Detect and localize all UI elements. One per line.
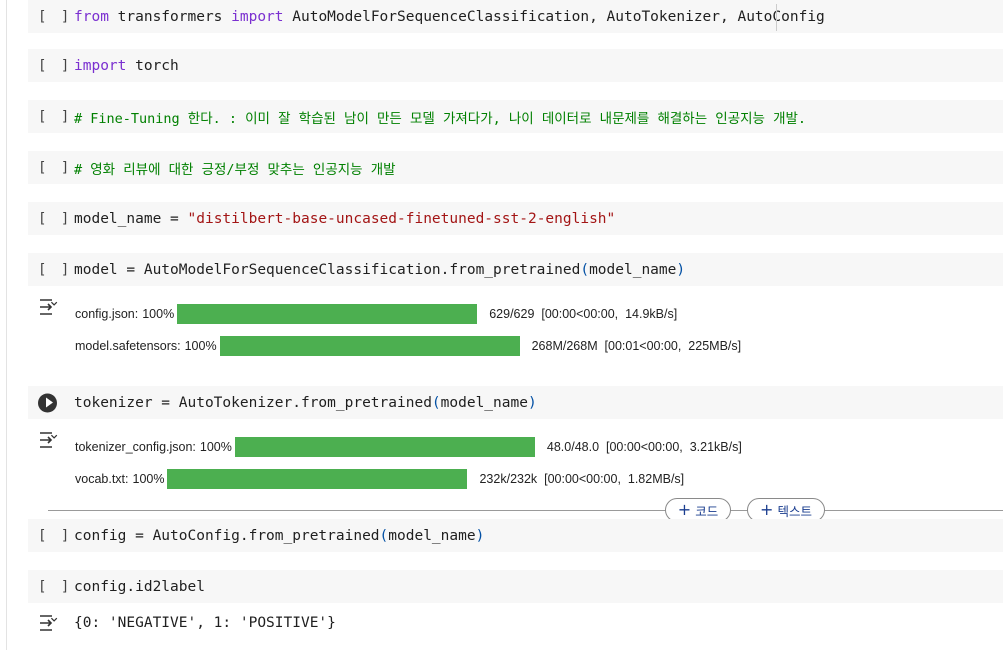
- comment-line[interactable]: # 영화 리뷰에 대한 긍정/부정 맞추는 인공지능 개발: [74, 151, 396, 184]
- paren: (: [580, 261, 590, 278]
- code-cell-load-config[interactable]: [ ] config = AutoConfig.from_pretrained(…: [28, 519, 1003, 552]
- progress-bar: [219, 336, 520, 356]
- code-cell-load-tokenizer[interactable]: tokenizer = AutoTokenizer.from_pretraine…: [28, 386, 1003, 419]
- plus-icon: +: [760, 500, 774, 519]
- progress-percent: 100%: [132, 472, 165, 486]
- progress-fill: [167, 469, 468, 489]
- code-text: tokenizer = AutoTokenizer.from_pretraine…: [74, 394, 432, 411]
- code-text: AutoModelForSequenceClassification, Auto…: [283, 8, 825, 25]
- comment-line[interactable]: # Fine-Tuning 한다. : 이미 잘 학습된 남이 만든 모델 가져…: [74, 100, 806, 133]
- code-line[interactable]: import torch: [74, 49, 179, 82]
- progress-percent: 100%: [199, 440, 232, 454]
- code-cell-imports[interactable]: [ ] from transformers import AutoModelFo…: [28, 0, 1003, 33]
- code-line[interactable]: tokenizer = AutoTokenizer.from_pretraine…: [74, 386, 537, 419]
- code-cell-comment-review[interactable]: [ ] # 영화 리뷰에 대한 긍정/부정 맞추는 인공지능 개발: [28, 151, 1003, 184]
- text-caret: [776, 4, 777, 31]
- output-toggle-icon[interactable]: [38, 297, 60, 317]
- run-cell-button[interactable]: [ ]: [38, 253, 72, 286]
- add-code-label: 코드: [695, 503, 719, 519]
- code-cell-model-name[interactable]: [ ] model_name = "distilbert-base-uncase…: [28, 202, 1003, 235]
- progress-bar: [177, 304, 478, 324]
- paren: (: [431, 394, 441, 411]
- progress-stats: 232k/232k [00:00<00:00, 1.82MB/s]: [479, 472, 685, 486]
- progress-bar: [167, 469, 468, 489]
- code-text: torch: [126, 57, 179, 74]
- code-line[interactable]: from transformers import AutoModelForSeq…: [74, 0, 825, 33]
- run-cell-button[interactable]: [ ]: [38, 202, 72, 235]
- paren: (: [379, 527, 389, 544]
- code-text: model_name: [388, 527, 476, 544]
- run-cell-button[interactable]: [ ]: [38, 519, 72, 552]
- code-cell-id2label[interactable]: [ ] config.id2label: [28, 570, 1003, 603]
- paren: ): [475, 527, 485, 544]
- progress-fill: [177, 304, 478, 324]
- paren: ): [676, 261, 686, 278]
- add-text-label: 텍스트: [777, 503, 812, 519]
- keyword: import: [74, 57, 127, 74]
- plus-icon: +: [677, 500, 692, 519]
- progress-stats: 629/629 [00:00<00:00, 14.9kB/s]: [489, 307, 678, 321]
- output-toggle-icon[interactable]: [38, 430, 60, 450]
- code-text: model_name: [440, 394, 528, 411]
- code-cell-comment-finetune[interactable]: [ ] # Fine-Tuning 한다. : 이미 잘 학습된 남이 만든 모…: [28, 100, 1003, 133]
- code-text: model_name =: [74, 210, 188, 227]
- code-text: config = AutoConfig.from_pretrained: [74, 527, 380, 544]
- progress-fill: [234, 437, 535, 457]
- progress-row: tokenizer_config.json: 100% 48.0/48.0 [00…: [75, 436, 742, 458]
- run-cell-button[interactable]: [38, 393, 57, 412]
- code-line[interactable]: model_name = "distilbert-base-uncased-fi…: [74, 202, 615, 235]
- notebook-left-rule: [6, 0, 7, 650]
- code-line[interactable]: model = AutoModelForSequenceClassificati…: [74, 253, 685, 286]
- progress-row: vocab.txt: 100% 232k/232k [00:00<00:00, 1…: [75, 468, 684, 490]
- output-toggle-icon[interactable]: [38, 613, 60, 633]
- code-line[interactable]: config = AutoConfig.from_pretrained(mode…: [74, 519, 484, 552]
- progress-bar: [234, 437, 535, 457]
- progress-stats: 268M/268M [00:01<00:00, 225MB/s]: [531, 339, 742, 353]
- keyword: import: [231, 8, 284, 25]
- cell-output-text: {0: 'NEGATIVE', 1: 'POSITIVE'}: [74, 615, 336, 631]
- paren: ): [527, 394, 537, 411]
- run-cell-button[interactable]: [ ]: [38, 49, 72, 82]
- progress-label: vocab.txt:: [75, 472, 129, 486]
- progress-label: model.safetensors:: [75, 339, 181, 353]
- code-text: model = AutoModelForSequenceClassificati…: [74, 261, 581, 278]
- run-cell-button[interactable]: [ ]: [38, 151, 72, 184]
- progress-percent: 100%: [184, 339, 217, 353]
- run-cell-button[interactable]: [ ]: [38, 0, 72, 33]
- code-cell-load-model[interactable]: [ ] model = AutoModelForSequenceClassifi…: [28, 253, 1003, 286]
- add-cell-divider: [48, 510, 1003, 511]
- progress-row: config.json: 100% 629/629 [00:00<00:00, 1…: [75, 303, 677, 325]
- progress-row: model.safetensors: 100% 268M/268M [00:01<…: [75, 335, 741, 357]
- code-line[interactable]: config.id2label: [74, 570, 205, 603]
- run-cell-button[interactable]: [ ]: [38, 100, 72, 133]
- progress-label: tokenizer_config.json:: [75, 440, 196, 454]
- progress-percent: 100%: [142, 307, 175, 321]
- code-text: transformers: [108, 8, 232, 25]
- progress-stats: 48.0/48.0 [00:00<00:00, 3.21kB/s]: [546, 440, 742, 454]
- progress-label: config.json:: [75, 307, 139, 321]
- keyword: from: [74, 8, 109, 25]
- string-literal: "distilbert-base-uncased-finetuned-sst-2…: [187, 210, 616, 227]
- progress-fill: [219, 336, 520, 356]
- code-text: model_name: [589, 261, 677, 278]
- code-cell-import-torch[interactable]: [ ] import torch: [28, 49, 1003, 82]
- run-cell-button[interactable]: [ ]: [38, 570, 72, 603]
